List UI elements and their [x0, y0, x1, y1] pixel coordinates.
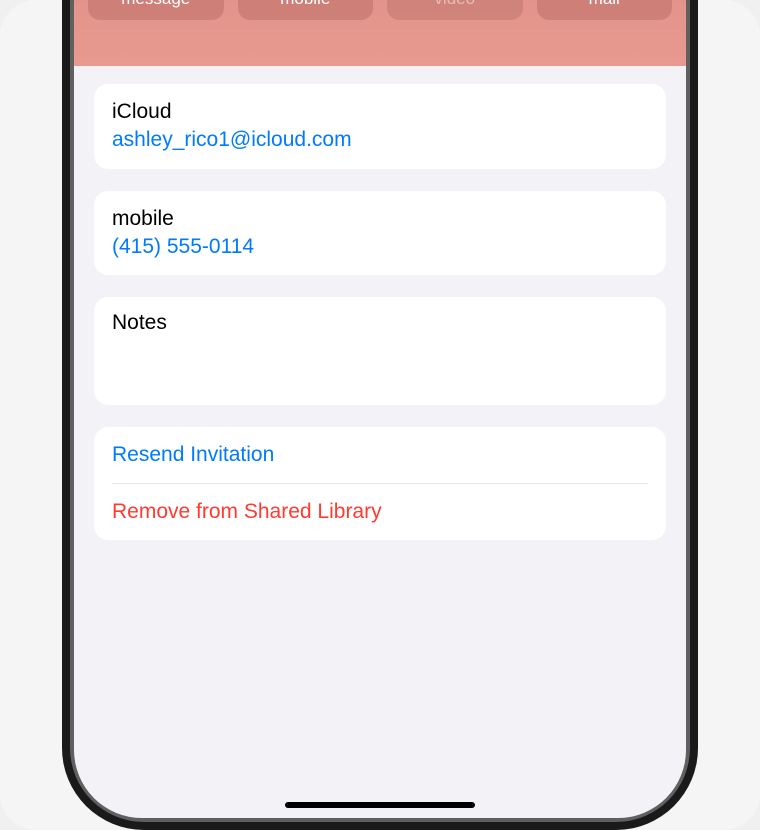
resend-invitation-button[interactable]: Resend Invitation	[94, 427, 666, 483]
mobile-card: mobile (415) 555-0114	[94, 191, 666, 276]
mobile-button[interactable]: mobile	[238, 0, 374, 20]
remove-from-shared-library-button[interactable]: Remove from Shared Library	[94, 484, 666, 540]
icloud-card: iCloud ashley_rico1@icloud.com	[94, 84, 666, 169]
icloud-email-link[interactable]: ashley_rico1@icloud.com	[112, 125, 648, 154]
notes-label: Notes	[112, 311, 648, 335]
mail-button[interactable]: mail	[537, 0, 673, 20]
actions-card: Resend Invitation Remove from Shared Lib…	[94, 427, 666, 540]
home-indicator[interactable]	[285, 802, 475, 808]
mobile-phone-link[interactable]: (415) 555-0114	[112, 232, 648, 261]
icloud-label: iCloud	[112, 98, 648, 125]
phone-frame: message mobile video mail iCloud ashley_…	[62, 0, 698, 830]
contact-action-bar: message mobile video mail	[74, 0, 686, 66]
video-button: video	[387, 0, 523, 20]
mobile-label: mobile	[112, 205, 648, 232]
phone-screen: message mobile video mail iCloud ashley_…	[74, 0, 686, 818]
message-button[interactable]: message	[88, 0, 224, 20]
notes-card[interactable]: Notes	[94, 297, 666, 405]
